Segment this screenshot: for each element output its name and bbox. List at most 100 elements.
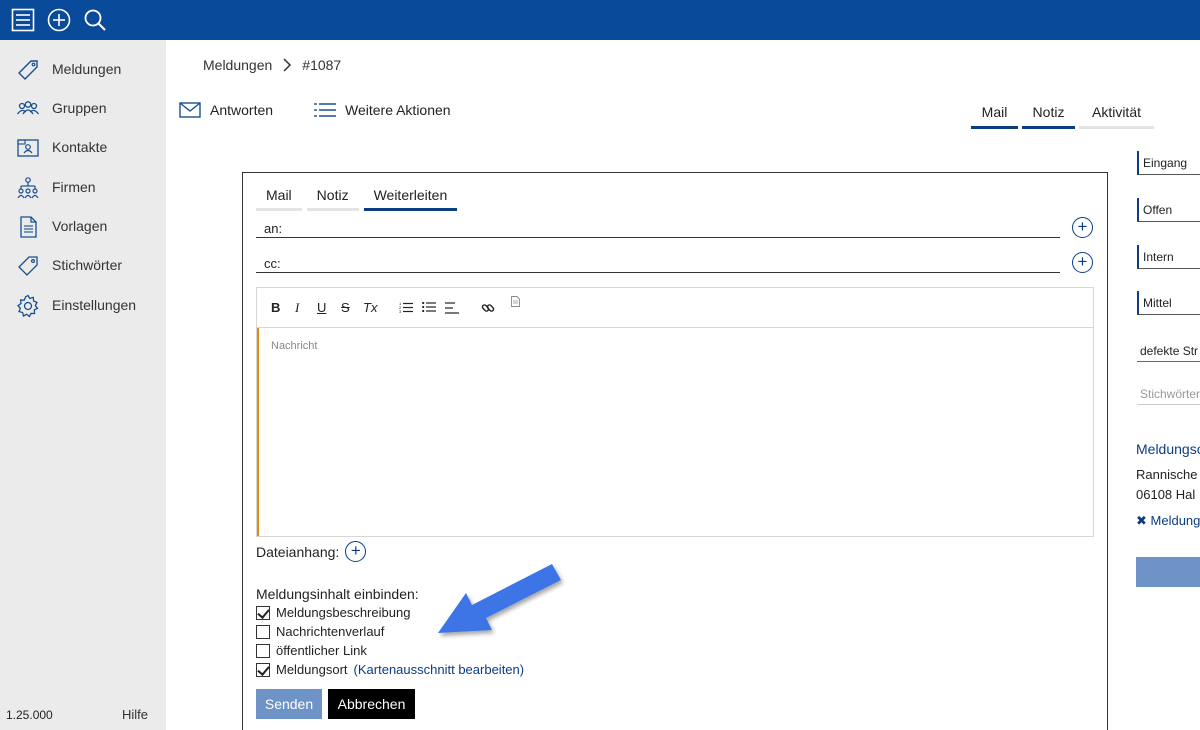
forward-composer: Mail Notiz Weiterleiten an: + cc: + B I … — [242, 172, 1108, 730]
address-line-2: 06108 Hal — [1136, 487, 1196, 502]
breadcrumb: Meldungen #1087 — [203, 57, 341, 73]
checkbox-verlauf[interactable] — [256, 624, 270, 639]
sidebar: Meldungen Gruppen Kontakte Firmen Vorlag… — [0, 40, 166, 730]
menu-icon[interactable] — [11, 8, 35, 32]
include-option-label: Meldungsort — [276, 662, 348, 677]
strikethrough-button[interactable]: S — [341, 300, 350, 315]
app-version: 1.25.000 — [6, 708, 53, 722]
clear-format-button[interactable]: Tx — [363, 300, 377, 315]
attachment-label: Dateianhang: — [256, 543, 340, 560]
message-editor: B I U S Tx 123 Nachricht — [256, 287, 1094, 537]
sidebar-item-label: Vorlagen — [52, 218, 108, 234]
include-option-beschreibung: Meldungsbeschreibung — [256, 605, 410, 620]
include-option-label: öffentlicher Link — [276, 643, 367, 658]
tag-icon — [16, 58, 40, 82]
edit-map-link[interactable]: (Kartenausschnitt bearbeiten) — [354, 662, 525, 677]
status-field-eingang[interactable]: Eingang — [1137, 151, 1200, 175]
document-icon — [16, 215, 40, 239]
group-icon — [16, 97, 40, 121]
numbered-list-icon[interactable]: 123 — [399, 301, 413, 313]
cc-field[interactable]: cc: — [256, 251, 1060, 273]
bullet-list-icon[interactable] — [422, 301, 436, 313]
address-line-1: Rannische — [1136, 467, 1198, 482]
sidebar-item-label: Meldungen — [52, 61, 122, 77]
include-option-ort: Meldungsort (Kartenausschnitt bearbeiten… — [256, 662, 524, 677]
status-field-offen[interactable]: Offen — [1137, 198, 1200, 222]
org-chart-icon — [16, 176, 40, 200]
breadcrumb-current: #1087 — [302, 57, 342, 73]
reply-button[interactable]: Antworten — [179, 102, 273, 118]
view-tabs: Mail Notiz Aktivität — [971, 102, 1154, 129]
sidebar-item-label: Einstellungen — [52, 297, 137, 313]
composer-tab-mail[interactable]: Mail — [256, 187, 302, 211]
category-field[interactable]: defekte Str — [1137, 340, 1200, 362]
priority-field[interactable]: Mittel — [1137, 291, 1200, 315]
editor-toolbar: B I U S Tx 123 — [257, 288, 1093, 328]
add-attachment-icon[interactable]: + — [345, 541, 367, 562]
more-actions-button[interactable]: Weitere Aktionen — [314, 102, 451, 118]
svg-text:3: 3 — [399, 309, 402, 313]
align-left-icon[interactable] — [445, 301, 459, 315]
sidebar-item-vorlagen[interactable]: Vorlagen — [0, 209, 166, 243]
chevron-right-icon — [282, 58, 292, 72]
message-textarea[interactable]: Nachricht — [257, 328, 1093, 536]
tab-aktivitaet[interactable]: Aktivität — [1079, 102, 1154, 129]
checkbox-beschreibung[interactable] — [256, 605, 270, 620]
more-actions-label: Weitere Aktionen — [345, 102, 451, 118]
attachment-row: Dateianhang: + — [256, 541, 367, 562]
composer-tab-weiterleiten[interactable]: Weiterleiten — [363, 187, 458, 211]
sidebar-item-firmen[interactable]: Firmen — [0, 170, 166, 204]
tab-notiz[interactable]: Notiz — [1022, 102, 1075, 129]
checkbox-public-link[interactable] — [256, 643, 270, 658]
breadcrumb-root[interactable]: Meldungen — [203, 57, 272, 73]
annotation-arrow-icon — [430, 560, 570, 642]
cancel-button[interactable]: Abbrechen — [328, 689, 415, 719]
close-icon: ✖ — [1136, 513, 1151, 528]
source-icon[interactable] — [511, 296, 520, 307]
panel-action-button[interactable] — [1136, 557, 1200, 587]
message-placeholder: Nachricht — [271, 340, 318, 352]
gear-icon — [16, 294, 40, 318]
sidebar-item-einstellungen[interactable]: Einstellungen — [0, 288, 166, 322]
add-recipient-icon[interactable]: + — [1072, 217, 1093, 238]
link-icon[interactable] — [481, 301, 495, 315]
checkbox-ort[interactable] — [256, 662, 270, 677]
sidebar-item-meldungen[interactable]: Meldungen — [0, 52, 166, 86]
search-icon[interactable] — [83, 8, 107, 32]
location-title: Meldungso — [1136, 441, 1200, 457]
add-cc-icon[interactable]: + — [1072, 252, 1093, 273]
bold-button[interactable]: B — [271, 300, 280, 315]
sidebar-item-stichwoerter[interactable]: Stichwörter — [0, 248, 166, 282]
italic-button[interactable]: I — [295, 300, 299, 316]
to-label: an: — [264, 221, 283, 236]
include-option-label: Nachrichtenverlauf — [276, 624, 385, 639]
composer-tab-notiz[interactable]: Notiz — [306, 187, 359, 211]
keywords-input[interactable]: Stichwörter — [1137, 383, 1200, 405]
top-bar — [0, 0, 1200, 40]
sidebar-item-label: Firmen — [52, 179, 96, 195]
send-button[interactable]: Senden — [256, 689, 322, 719]
cc-label: cc: — [264, 256, 281, 271]
add-circle-icon[interactable] — [47, 8, 71, 32]
sidebar-item-gruppen[interactable]: Gruppen — [0, 91, 166, 125]
include-content-title: Meldungsinhalt einbinden: — [256, 586, 419, 602]
underline-button[interactable]: U — [317, 300, 326, 315]
sidebar-item-label: Stichwörter — [52, 257, 123, 273]
status-field-intern[interactable]: Intern — [1137, 245, 1200, 269]
to-field[interactable]: an: — [256, 216, 1060, 238]
location-link[interactable]: ✖ Meldung — [1136, 513, 1200, 529]
sidebar-item-label: Kontakte — [52, 139, 108, 155]
include-option-verlauf: Nachrichtenverlauf — [256, 624, 384, 639]
sidebar-item-kontakte[interactable]: Kontakte — [0, 130, 166, 164]
envelope-icon — [179, 102, 210, 118]
location-link-label: Meldung — [1150, 513, 1200, 528]
list-icon — [314, 102, 345, 118]
reply-label: Antworten — [210, 102, 274, 118]
label-icon — [16, 254, 40, 278]
tab-mail[interactable]: Mail — [971, 102, 1018, 129]
composer-tabs: Mail Notiz Weiterleiten — [256, 187, 458, 211]
include-option-label: Meldungsbeschreibung — [276, 605, 411, 620]
include-option-link: öffentlicher Link — [256, 643, 367, 658]
sidebar-item-label: Gruppen — [52, 100, 107, 116]
help-link[interactable]: Hilfe — [122, 707, 148, 722]
